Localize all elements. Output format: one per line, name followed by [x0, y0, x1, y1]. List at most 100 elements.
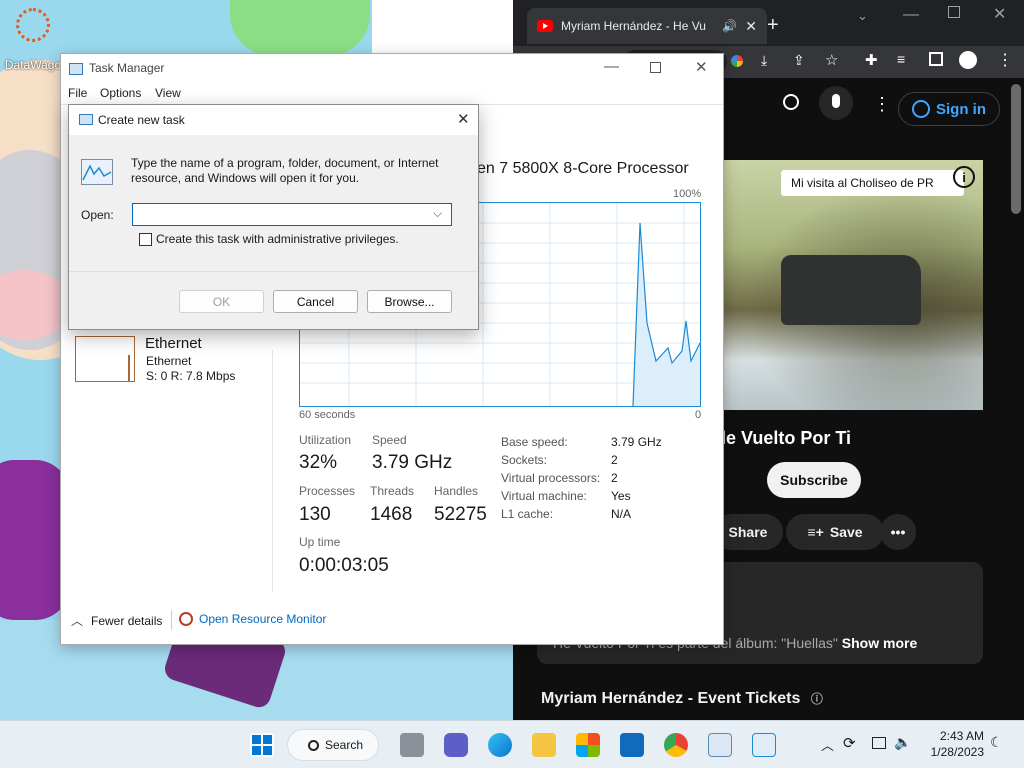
speaker-icon[interactable]: 🔊 — [722, 19, 737, 33]
install-icon[interactable]: ⤓ — [761, 52, 767, 69]
info-icon[interactable]: i — [953, 166, 975, 188]
video-title: le Vuelto Por Ti — [721, 428, 852, 448]
chevron-up-icon[interactable]: ︿ — [821, 735, 834, 754]
desktop-shortcut-label: DataWago — [4, 58, 62, 72]
clock[interactable]: 2:43 AM 1/28/2023 — [924, 728, 984, 760]
ok-button[interactable]: OK — [179, 290, 264, 313]
spec-row: L1 cache: N/A — [501, 505, 721, 523]
fewer-details-toggle[interactable]: ︿ Fewer details — [71, 612, 162, 629]
clock-time: 2:43 AM — [939, 729, 984, 743]
spec-row: Sockets: 2 — [501, 451, 721, 469]
create-task-dialog: Create new task ✕ Type the name of a pro… — [68, 104, 479, 330]
edge-icon[interactable] — [488, 733, 512, 757]
open-input[interactable] — [137, 206, 427, 223]
utilization-value: 32% — [299, 452, 338, 473]
media-queue-icon[interactable]: ≡ — [897, 51, 905, 67]
processes-label: Processes — [299, 484, 356, 498]
settings-kebab-icon[interactable]: ⋮ — [873, 94, 891, 115]
search-icon[interactable] — [783, 94, 799, 110]
info-icon[interactable]: ⓘ — [811, 692, 823, 706]
video-caption: Mi visita al Choliseo de PR — [781, 170, 964, 196]
maximize-icon[interactable] — [948, 6, 960, 18]
datawago-icon — [16, 8, 50, 42]
admin-checkbox[interactable] — [139, 232, 152, 246]
taskbar: Search ︿ ⟳ 🔈 2:43 AM 1/28/2023 ☾ — [0, 720, 1024, 768]
menu-options[interactable]: Options — [100, 86, 141, 100]
handles-value: 52275 — [434, 504, 487, 525]
bookmark-star-icon[interactable]: ☆ — [825, 51, 838, 69]
event-tickets-heading: Myriam Hernández - Event Tickets ⓘ — [541, 690, 823, 708]
close-icon[interactable]: ✕ — [457, 110, 470, 128]
ethernet-rate: S: 0 R: 7.8 Mbps — [146, 369, 236, 383]
spec-key: Virtual machine: — [501, 489, 587, 503]
store-icon[interactable] — [576, 733, 600, 757]
add-playlist-icon: ≡+ — [807, 524, 824, 540]
spec-value: 2 — [611, 471, 618, 485]
maximize-icon[interactable] — [650, 62, 661, 73]
chrome-icon[interactable] — [664, 733, 688, 757]
tab-search-icon[interactable]: ⌄ — [857, 8, 868, 24]
search-icon — [308, 739, 319, 751]
sign-in-button[interactable]: Sign in — [898, 92, 1000, 126]
run-icon — [79, 114, 93, 125]
spec-value: 2 — [611, 453, 618, 467]
scrollbar[interactable] — [1011, 84, 1021, 214]
spec-row: Virtual machine: Yes — [501, 487, 721, 505]
menu-file[interactable]: File — [68, 86, 87, 100]
teams-chat-icon[interactable] — [444, 733, 468, 757]
task-view-icon[interactable] — [400, 733, 424, 757]
voice-search-icon[interactable] — [819, 86, 853, 120]
profile-icon[interactable] — [959, 51, 977, 69]
share-page-icon[interactable]: ⇪ — [793, 52, 805, 69]
file-explorer-icon[interactable] — [532, 733, 556, 757]
mail-icon[interactable] — [620, 733, 644, 757]
cancel-button[interactable]: Cancel — [273, 290, 358, 313]
minimize-icon[interactable]: — — [604, 58, 619, 75]
minimize-icon[interactable]: — — [903, 6, 919, 24]
browser-tab[interactable]: Myriam Hernández - He Vu 🔊 ✕ — [527, 8, 767, 44]
youtube-icon — [537, 20, 553, 32]
open-resource-monitor-link[interactable]: Open Resource Monitor — [179, 612, 326, 626]
processor-name: yzen 7 5800X 8-Core Processor — [461, 160, 689, 177]
run-dialog-taskbar-icon[interactable] — [752, 733, 776, 757]
taskbar-search[interactable]: Search — [287, 729, 379, 761]
menu-view[interactable]: View — [155, 86, 181, 100]
subscribe-button[interactable]: Subscribe — [767, 462, 861, 498]
sync-icon[interactable]: ⟳ — [843, 734, 856, 752]
google-icon[interactable] — [728, 52, 746, 70]
extensions-icon[interactable]: ✚ — [865, 51, 878, 69]
threads-label: Threads — [370, 484, 415, 498]
task-manager-taskbar-icon[interactable] — [708, 733, 732, 757]
graph-time-label: 60 seconds — [299, 409, 356, 421]
video-player[interactable]: Mi visita al Choliseo de PR i — [721, 160, 983, 410]
fewer-details-label: Fewer details — [91, 613, 163, 628]
sidebar-item-ethernet[interactable]: Ethernet Ethernet S: 0 R: 7.8 Mbps — [73, 335, 273, 387]
volume-icon[interactable]: 🔈 — [894, 734, 911, 751]
video-frame-car — [781, 255, 921, 325]
show-more-link[interactable]: Show more — [842, 635, 917, 651]
ethernet-sub: Ethernet — [146, 354, 192, 368]
more-actions-button[interactable]: ••• — [880, 514, 916, 550]
start-icon[interactable] — [250, 733, 274, 757]
close-icon[interactable]: ✕ — [993, 4, 1006, 24]
tab-title: Myriam Hernández - He Vu — [561, 19, 706, 33]
open-combobox[interactable]: ⌵ — [132, 203, 452, 226]
window-title: Task Manager — [89, 61, 165, 75]
focus-assist-icon[interactable]: ☾ — [990, 734, 1003, 751]
sidepanel-icon[interactable] — [929, 52, 943, 66]
menu-kebab-icon[interactable]: ⋮ — [997, 50, 1013, 70]
admin-checkbox-label: Create this task with administrative pri… — [156, 232, 399, 246]
chevron-down-icon[interactable]: ⌵ — [433, 206, 442, 221]
graph-max-label: 100% — [673, 188, 702, 200]
save-label: Save — [829, 524, 863, 540]
new-tab-icon[interactable]: + — [767, 14, 779, 37]
network-icon[interactable] — [872, 737, 886, 749]
save-button[interactable]: ≡+ Save — [786, 514, 884, 550]
browse-button[interactable]: Browse... — [367, 290, 452, 313]
dialog-description: Type the name of a program, folder, docu… — [131, 156, 439, 185]
admin-checkbox-row[interactable]: Create this task with administrative pri… — [139, 232, 399, 246]
sign-in-label: Sign in — [936, 100, 986, 118]
ethernet-thumbnail — [75, 336, 135, 382]
close-icon[interactable]: ✕ — [695, 58, 708, 76]
tab-close-icon[interactable]: ✕ — [745, 18, 757, 35]
